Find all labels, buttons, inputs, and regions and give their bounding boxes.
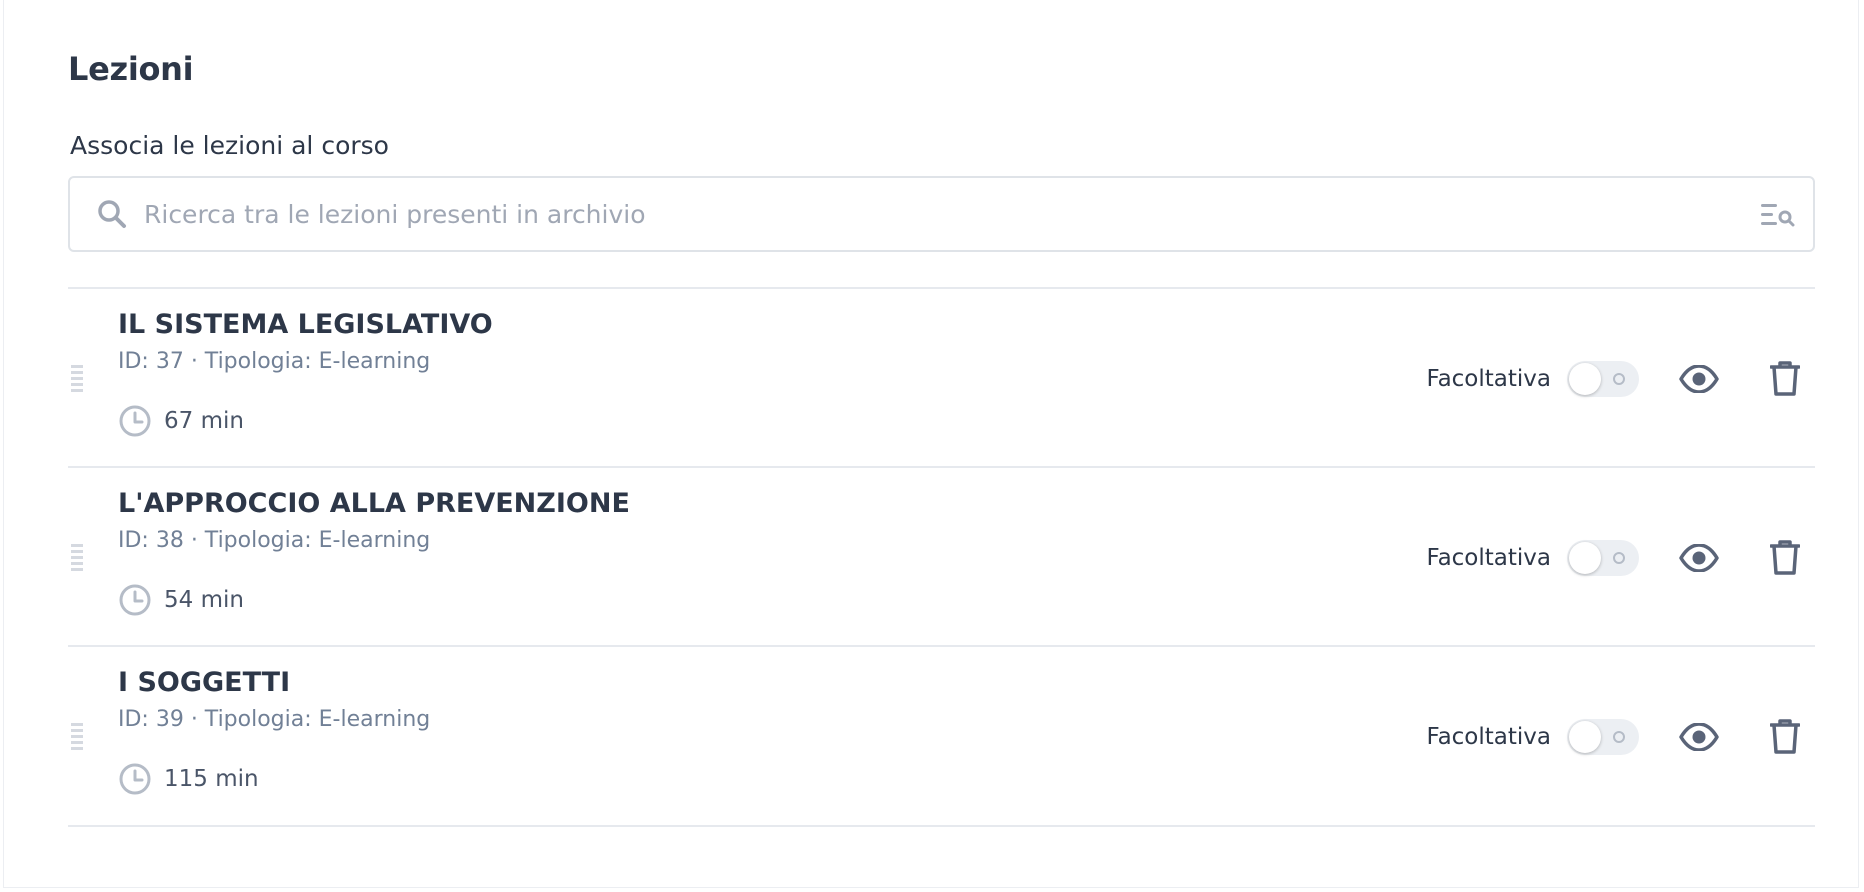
- lesson-meta: ID: 37 · Tipologia: E-learning: [118, 349, 431, 374]
- lesson-duration: 115 min: [118, 761, 259, 797]
- optional-label: Facoltativa: [1426, 724, 1551, 750]
- toggle-knob: [1569, 542, 1601, 574]
- lesson-title: IL SISTEMA LEGISLATIVO: [118, 309, 493, 340]
- eye-icon: [1679, 723, 1719, 751]
- lesson-search-box[interactable]: [68, 176, 1815, 252]
- associate-lessons-label: Associa le lezioni al corso: [70, 131, 389, 160]
- optional-toggle[interactable]: [1567, 719, 1639, 755]
- trash-icon: [1770, 719, 1800, 754]
- duration-text: 67 min: [164, 408, 244, 434]
- lessons-list: IL SISTEMA LEGISLATIVO ID: 37 · Tipologi…: [68, 287, 1815, 827]
- lesson-row: L'APPROCCIO ALLA PREVENZIONE ID: 38 · Ti…: [68, 466, 1815, 645]
- toggle-off-icon: [1613, 552, 1625, 564]
- lesson-meta: ID: 38 · Tipologia: E-learning: [118, 528, 431, 553]
- lesson-actions: Facoltativa: [1426, 359, 1803, 399]
- lesson-row: IL SISTEMA LEGISLATIVO ID: 37 · Tipologi…: [68, 287, 1815, 466]
- delete-lesson-button[interactable]: [1767, 717, 1803, 757]
- drag-handle-icon[interactable]: [71, 544, 83, 572]
- view-lesson-button[interactable]: [1679, 717, 1719, 757]
- delete-lesson-button[interactable]: [1767, 359, 1803, 399]
- view-lesson-button[interactable]: [1679, 538, 1719, 578]
- drag-handle-icon[interactable]: [71, 365, 83, 393]
- filter-search-icon[interactable]: [1759, 200, 1795, 230]
- eye-icon: [1679, 544, 1719, 572]
- lesson-title: I SOGGETTI: [118, 667, 291, 698]
- lesson-row: I SOGGETTI ID: 39 · Tipologia: E-learnin…: [68, 645, 1815, 827]
- drag-handle-icon[interactable]: [71, 723, 83, 751]
- eye-icon: [1679, 365, 1719, 393]
- toggle-knob: [1569, 721, 1601, 753]
- lesson-meta: ID: 39 · Tipologia: E-learning: [118, 707, 431, 732]
- clock-icon: [119, 763, 151, 795]
- search-input[interactable]: [144, 186, 1704, 242]
- trash-icon: [1770, 361, 1800, 396]
- delete-lesson-button[interactable]: [1767, 538, 1803, 578]
- optional-toggle[interactable]: [1567, 540, 1639, 576]
- toggle-off-icon: [1613, 373, 1625, 385]
- lesson-title: L'APPROCCIO ALLA PREVENZIONE: [118, 488, 630, 519]
- trash-icon: [1770, 540, 1800, 575]
- lesson-actions: Facoltativa: [1426, 538, 1803, 578]
- optional-label: Facoltativa: [1426, 366, 1551, 392]
- lesson-duration: 67 min: [118, 403, 244, 439]
- toggle-knob: [1569, 363, 1601, 395]
- lesson-actions: Facoltativa: [1426, 717, 1803, 757]
- clock-icon: [119, 405, 151, 437]
- search-icon: [98, 200, 126, 228]
- lesson-duration: 54 min: [118, 582, 244, 618]
- view-lesson-button[interactable]: [1679, 359, 1719, 399]
- optional-label: Facoltativa: [1426, 545, 1551, 571]
- section-title: Lezioni: [68, 50, 194, 88]
- clock-icon: [119, 584, 151, 616]
- optional-toggle[interactable]: [1567, 361, 1639, 397]
- duration-text: 54 min: [164, 587, 244, 613]
- toggle-off-icon: [1613, 731, 1625, 743]
- duration-text: 115 min: [164, 766, 259, 792]
- lessons-card: Lezioni Associa le lezioni al corso IL S…: [3, 0, 1859, 888]
